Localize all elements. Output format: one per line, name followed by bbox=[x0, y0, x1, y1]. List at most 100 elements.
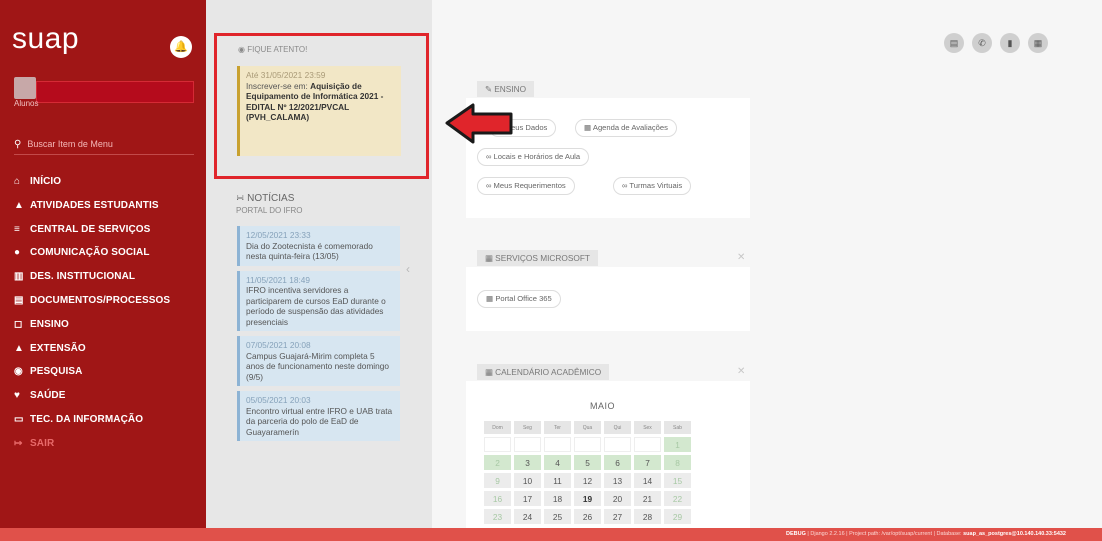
menu-item-sair[interactable]: ↦ SAIR bbox=[14, 432, 204, 456]
calendar-day[interactable]: 4 bbox=[544, 455, 571, 470]
windows-icon: ▦ bbox=[485, 253, 493, 263]
calendar-day[interactable]: 2 bbox=[484, 455, 511, 470]
news-item[interactable]: 07/05/2021 20:08 Campus Guajará-Mirim co… bbox=[237, 336, 400, 386]
calendar-day[interactable]: 5 bbox=[574, 455, 601, 470]
user-sublabel: Alunos bbox=[14, 99, 39, 108]
app-logo[interactable]: suap bbox=[12, 22, 79, 56]
tab-ensino: ✎ ENSINO bbox=[477, 81, 535, 97]
calendar-month: MAIO bbox=[590, 401, 616, 411]
calendar-day[interactable]: 3 bbox=[514, 455, 541, 470]
rss-icon: ∺ bbox=[236, 193, 245, 204]
menu-item-des-institucional[interactable]: ▥ DES. INSTITUCIONAL bbox=[14, 265, 204, 289]
phone-icon[interactable]: ✆ bbox=[972, 33, 992, 53]
menu-item-tec-da-informacao[interactable]: ▭ TEC. DA INFORMAÇÃO bbox=[14, 408, 204, 432]
calendar-day[interactable]: 11 bbox=[544, 473, 571, 488]
menu-item-comunicacao-social[interactable]: ● COMUNICAÇÃO SOCIAL bbox=[14, 241, 204, 265]
calendar-day[interactable]: 14 bbox=[634, 473, 661, 488]
sidebar: suap 🔔 Alunos ⚲ Buscar Item de Menu ⌂ INÍC… bbox=[0, 0, 206, 528]
calendar-day[interactable]: 20 bbox=[604, 491, 631, 506]
calendar-day[interactable]: 7 bbox=[634, 455, 661, 470]
user-info[interactable]: Alunos bbox=[14, 75, 194, 109]
link-icon: ∞ bbox=[486, 152, 492, 161]
info-icon: ◉ bbox=[238, 45, 245, 54]
tab-calendario-academico: ▦ CALENDÁRIO ACADÊMICO bbox=[477, 364, 610, 380]
menu-item-atividades-estudantis[interactable]: ▲ ATIVIDADES ESTUDANTIS bbox=[14, 194, 204, 218]
link-portal-office-365[interactable]: ▦ Portal Office 365 bbox=[477, 290, 561, 308]
file-icon: ▤ bbox=[14, 294, 24, 306]
avatar[interactable] bbox=[14, 77, 36, 99]
menu-item-inicio[interactable]: ⌂ INÍCIO bbox=[14, 170, 204, 194]
news-item[interactable]: 12/05/2021 23:33 Dia do Zootecnista é co… bbox=[237, 226, 400, 266]
tab-servicos-microsoft: ▦ SERVIÇOS MICROSOFT bbox=[477, 250, 598, 266]
news-title: ∺ NOTÍCIAS bbox=[236, 193, 295, 204]
calendar-day[interactable]: 29 bbox=[664, 509, 691, 524]
calendar-day[interactable]: 12 bbox=[574, 473, 601, 488]
calendar-day[interactable]: 18 bbox=[544, 491, 571, 506]
calendar-day-empty bbox=[484, 437, 511, 452]
calendar-day-empty bbox=[514, 437, 541, 452]
calendar-icon: ▦ bbox=[584, 123, 592, 132]
link-meus-requerimentos[interactable]: ∞ Meus Requerimentos bbox=[477, 177, 575, 195]
weekday-header: Dom bbox=[484, 421, 511, 434]
bookmark-icon[interactable]: ▮ bbox=[1000, 33, 1020, 53]
menu-search-input[interactable]: ⚲ Buscar Item de Menu bbox=[14, 133, 194, 155]
calendar-day-empty bbox=[544, 437, 571, 452]
logout-icon: ↦ bbox=[14, 437, 23, 449]
calendar-day[interactable]: 25 bbox=[544, 509, 571, 524]
menu-item-central-de-servicos[interactable]: ≡ CENTRAL DE SERVIÇOS bbox=[14, 218, 204, 242]
link-agenda-de-avaliacoes[interactable]: ▦ Agenda de Avaliações bbox=[575, 119, 677, 137]
collapse-chevron-icon[interactable]: ‹ bbox=[406, 262, 410, 276]
menu-item-saude[interactable]: ♥ SAÚDE bbox=[14, 384, 204, 408]
graduation-cap-icon: ▲ bbox=[14, 199, 24, 211]
calendar-day[interactable]: 15 bbox=[664, 473, 691, 488]
menu-item-ensino[interactable]: ◻ ENSINO bbox=[14, 313, 204, 337]
weekday-header: Seg bbox=[514, 421, 541, 434]
chart-icon: ▥ bbox=[14, 271, 24, 283]
calendar-grid: Dom Seg Ter Qua Qui Sex Sab 1 2 3 4 5 6 … bbox=[481, 418, 694, 527]
news-list: 12/05/2021 23:33 Dia do Zootecnista é co… bbox=[237, 226, 400, 528]
alert-title: ◉ FIQUE ATENTO! bbox=[238, 45, 308, 54]
notification-bell-icon[interactable]: 🔔 bbox=[170, 36, 192, 58]
calendar-day[interactable]: 16 bbox=[484, 491, 511, 506]
alert-date: Até 31/05/2021 23:59 bbox=[246, 70, 326, 80]
alert-card[interactable]: Até 31/05/2021 23:59 Inscrever-se em: Aq… bbox=[237, 66, 401, 156]
calendar-day[interactable]: 13 bbox=[604, 473, 631, 488]
link-turmas-virtuais[interactable]: ∞ Turmas Virtuais bbox=[613, 177, 692, 195]
menu-item-documentos-processos[interactable]: ▤ DOCUMENTOS/PROCESSOS bbox=[14, 289, 204, 313]
weekday-header: Sab bbox=[664, 421, 691, 434]
calendar-day[interactable]: 28 bbox=[634, 509, 661, 524]
windows-icon: ▦ bbox=[486, 294, 494, 303]
calendar-day[interactable]: 8 bbox=[664, 455, 691, 470]
home-icon: ⌂ bbox=[14, 176, 21, 187]
calendar-day[interactable]: 10 bbox=[514, 473, 541, 488]
calendar-day[interactable]: 26 bbox=[574, 509, 601, 524]
weekday-header: Qui bbox=[604, 421, 631, 434]
heart-icon: ♥ bbox=[14, 390, 21, 402]
list-icon: ≡ bbox=[14, 223, 20, 235]
debug-footer: DEBUG | Django 2.2.16 | Project path: /v… bbox=[0, 528, 1102, 541]
menu-item-extensao[interactable]: ▲ EXTENSÃO bbox=[14, 337, 204, 361]
calculator-icon[interactable]: ▦ bbox=[1028, 33, 1048, 53]
pencil-icon: ✎ bbox=[485, 84, 492, 94]
calendar-day[interactable]: 23 bbox=[484, 509, 511, 524]
calendar-day[interactable]: 17 bbox=[514, 491, 541, 506]
calendar-day[interactable]: 27 bbox=[604, 509, 631, 524]
calendar-day[interactable]: 24 bbox=[514, 509, 541, 524]
close-icon[interactable]: ✕ bbox=[737, 366, 745, 377]
calendar-day[interactable]: 6 bbox=[604, 455, 631, 470]
link-locais-e-horarios[interactable]: ∞ Locais e Horários de Aula bbox=[477, 148, 590, 166]
calendar-day[interactable]: 21 bbox=[634, 491, 661, 506]
calendar-day[interactable]: 22 bbox=[664, 491, 691, 506]
monitor-icon: ▭ bbox=[14, 413, 24, 425]
close-icon[interactable]: ✕ bbox=[737, 252, 745, 263]
bell-icon: ▲ bbox=[14, 342, 24, 354]
calendar-day[interactable]: 1 bbox=[664, 437, 691, 452]
calendar-day-today[interactable]: 19 bbox=[574, 491, 601, 506]
calendar-icon: ▦ bbox=[485, 367, 493, 377]
news-item[interactable]: 05/05/2021 20:03 Encontro virtual entre … bbox=[237, 391, 400, 441]
news-item[interactable]: 11/05/2021 18:49 IFRO incentiva servidor… bbox=[237, 270, 400, 331]
document-icon[interactable]: ▤ bbox=[944, 33, 964, 53]
link-icon: ∞ bbox=[622, 181, 628, 190]
menu-item-pesquisa[interactable]: ◉ PESQUISA bbox=[14, 360, 204, 384]
calendar-day[interactable]: 9 bbox=[484, 473, 511, 488]
